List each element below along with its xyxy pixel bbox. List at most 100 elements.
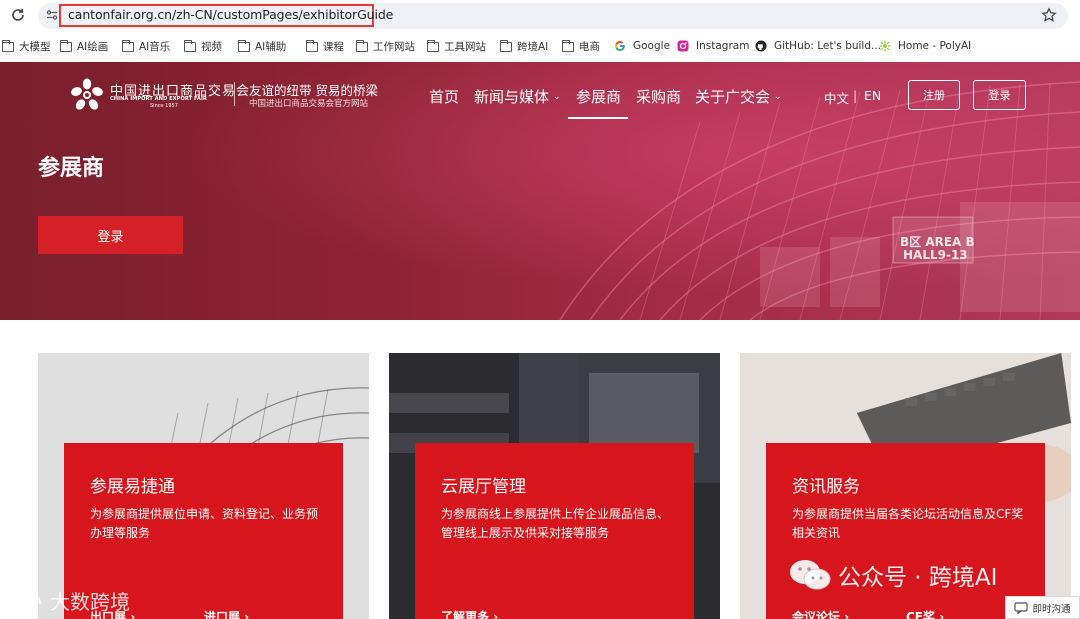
chevron-down-icon: ⌄ (553, 91, 561, 102)
bookmark-label: AI音乐 (139, 40, 171, 53)
bookmark-label: 跨境AI (517, 40, 549, 53)
github-icon (755, 40, 769, 52)
bookmark-item[interactable]: 跨境AI (500, 38, 548, 54)
card-description: 为参展商提供当届各类论坛活动信息及CF奖相关资讯 (792, 507, 1024, 540)
url-text[interactable]: cantonfair.org.cn/zh-CN/customPages/exhi… (68, 7, 393, 22)
bookmarks-bar: 大模型 AI绘画 AI音乐 视频 AI辅助 课程 工作网站 工具网站 跨境AI 电商 Google I… (0, 34, 1080, 58)
watermark-right: 公众号 · 跨境AI (788, 558, 997, 592)
card-cloud-showroom: 云展厅管理 为参展商线上参展提供上传企业展品信息、管理线上展示及供采对接等服务 … (389, 353, 720, 619)
address-bar-row: cantonfair.org.cn/zh-CN/customPages/exhi… (0, 0, 1080, 32)
folder-icon (356, 40, 368, 52)
page-title: 参展商 (38, 156, 105, 181)
lang-english[interactable]: EN (864, 88, 881, 103)
bookmark-item[interactable]: GitHub: Let's build... (755, 38, 881, 54)
chevron-right-icon: › (493, 610, 499, 619)
card-red-panel: 云展厅管理 为参展商线上参展提供上传企业展品信息、管理线上展示及供采对接等服务 … (415, 443, 694, 619)
watermark-left-text: 大数跨境 (50, 590, 130, 614)
bookmark-item[interactable]: Instagram (677, 38, 749, 54)
logo-since-text: Since 1957 (150, 103, 178, 109)
chevron-right-icon: › (244, 610, 250, 619)
bookmark-item[interactable]: Home - PolyAI (879, 38, 971, 54)
forum-label: 会议论坛 (792, 610, 841, 619)
bookmark-item[interactable]: AI辅助 (238, 38, 286, 54)
bookmark-label: 电商 (579, 40, 600, 53)
bookmark-label: GitHub: Let's build... (774, 40, 882, 52)
hero-login-button[interactable]: 登录 (38, 216, 183, 254)
nav-home-label: 首页 (429, 88, 460, 106)
chevron-down-icon: ⌄ (774, 91, 782, 102)
watermark-left: 大数跨境 (8, 586, 130, 615)
nav-news-label: 新闻与媒体 (474, 88, 550, 106)
bookmark-item[interactable]: AI音乐 (122, 38, 170, 54)
bookmark-star-icon[interactable] (1041, 7, 1057, 23)
reload-icon[interactable] (9, 6, 27, 24)
bookmark-item[interactable]: Google (614, 38, 670, 54)
chevron-right-icon: › (130, 610, 136, 619)
watermark-right-text: 公众号 · 跨境AI (838, 565, 998, 591)
bookmark-label: 大模型 (19, 40, 51, 53)
bookmark-item[interactable]: 电商 (562, 38, 600, 54)
card-title: 云展厅管理 (441, 477, 526, 497)
nav-buyers-label: 采购商 (636, 88, 682, 106)
bookmark-item[interactable]: 大模型 (2, 38, 51, 54)
folder-icon (238, 40, 250, 52)
cf-award-label: CF奖 (906, 610, 936, 619)
logo-divider (234, 82, 235, 106)
folder-icon (60, 40, 72, 52)
bookmark-label: Home - PolyAI (898, 40, 972, 52)
bookmark-label: Instagram (696, 40, 750, 52)
bookmark-label: AI辅助 (255, 40, 287, 53)
bookmark-label: 视频 (201, 40, 222, 53)
register-button[interactable]: 注册 (908, 80, 960, 110)
lang-chinese[interactable]: 中文 (824, 88, 849, 107)
instant-chat-label: 即时沟通 (1032, 603, 1071, 615)
folder-icon (306, 40, 318, 52)
google-icon (614, 40, 628, 52)
bookmark-label: 工具网站 (444, 40, 486, 53)
learn-more-link[interactable]: 了解更多 › (441, 608, 498, 619)
nav-news-media[interactable]: 新闻与媒体 ⌄ (474, 86, 561, 107)
logo-english-text: CHINA IMPORT AND EXPORT FAIR (110, 96, 207, 102)
chevron-right-icon: › (844, 610, 850, 619)
card-title: 资讯服务 (792, 477, 860, 497)
browser-chrome: cantonfair.org.cn/zh-CN/customPages/exhi… (0, 0, 1080, 62)
nav-about-label: 关于广交会 (695, 88, 771, 106)
polyai-icon (879, 40, 893, 52)
instagram-icon (677, 40, 691, 52)
building-sign-hall: HALL9-13 (903, 248, 968, 262)
bookmark-item[interactable]: 视频 (184, 38, 222, 54)
import-expo-link[interactable]: 进口展 › (204, 608, 249, 619)
nav-home[interactable]: 首页 (429, 86, 459, 107)
nav-about[interactable]: 关于广交会 ⌄ (695, 86, 782, 107)
site-info-icon[interactable] (46, 9, 58, 21)
canton-fair-logo-icon (71, 78, 103, 110)
bookmark-label: 工作网站 (373, 40, 415, 53)
bookmark-item[interactable]: 工作网站 (356, 38, 415, 54)
bookmark-item[interactable]: 工具网站 (427, 38, 486, 54)
folder-icon (427, 40, 439, 52)
folder-icon (562, 40, 574, 52)
forum-link[interactable]: 会议论坛 › (792, 608, 849, 619)
folder-icon (2, 40, 14, 52)
header-login-button[interactable]: 登录 (973, 80, 1026, 110)
card-description: 为参展商提供展位申请、资料登记、业务预办理等服务 (90, 507, 319, 540)
folder-icon (184, 40, 196, 52)
import-expo-label: 进口展 (204, 610, 241, 619)
folder-icon (122, 40, 134, 52)
site-slogan-sub: 中国进出口商品交易会官方网站 (249, 99, 369, 109)
learn-more-label: 了解更多 (441, 610, 490, 619)
chat-icon (1014, 601, 1029, 614)
nav-active-indicator (568, 117, 628, 119)
card-title: 参展易捷通 (90, 477, 175, 497)
bookmark-item[interactable]: AI绘画 (60, 38, 108, 54)
hero-banner: B区 AREA B HALL9-13 中国进出口商品交易会 CHINA IMPO… (0, 62, 1080, 320)
chevron-right-icon: › (939, 610, 945, 619)
instant-chat-button[interactable]: 即时沟通 (1005, 596, 1080, 619)
card-red-panel: 资讯服务 为参展商提供当届各类论坛活动信息及CF奖相关资讯 会议论坛 › CF奖… (766, 443, 1045, 619)
nav-exhibitors[interactable]: 参展商 (576, 86, 621, 107)
watermark-logo-icon (10, 593, 42, 608)
bookmark-label: Google (633, 40, 671, 52)
nav-buyers[interactable]: 采购商 (636, 86, 681, 107)
bookmark-item[interactable]: 课程 (306, 38, 344, 54)
cf-award-link[interactable]: CF奖 › (906, 608, 944, 619)
